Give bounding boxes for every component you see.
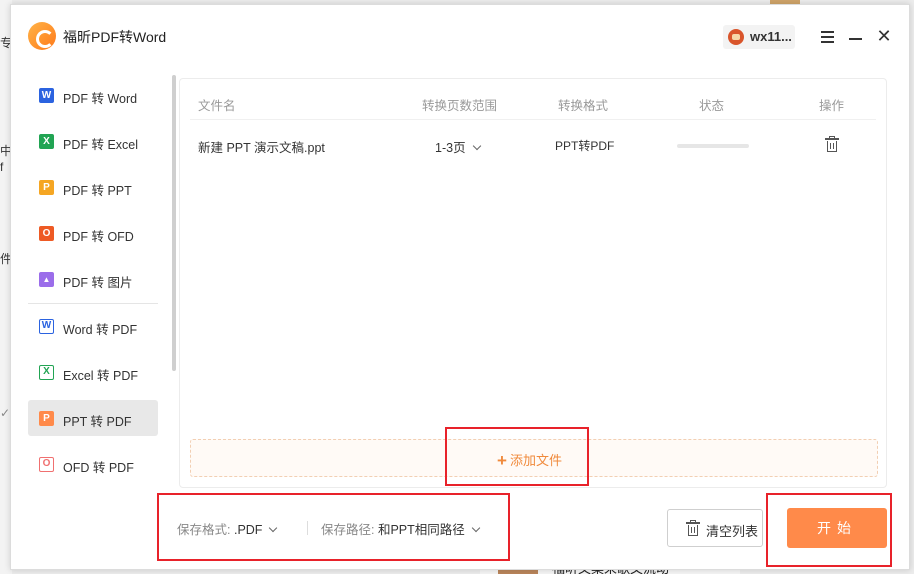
- highlight-start: [766, 493, 892, 567]
- trash-icon: [686, 520, 700, 537]
- sidebar-item-excel-to-pdf[interactable]: X Excel 转 PDF: [28, 354, 158, 390]
- user-name: wx11...: [750, 29, 792, 44]
- column-header-format: 转换格式: [558, 99, 609, 113]
- sidebar-item-pdf-to-ppt[interactable]: P PDF 转 PPT: [28, 169, 158, 205]
- sidebar-item-label: Excel 转 PDF: [63, 369, 139, 383]
- title-bar: 福昕PDF转Word wx11... ✕: [11, 5, 909, 65]
- minimize-icon[interactable]: [845, 25, 867, 47]
- column-header-status: 状态: [699, 99, 725, 113]
- word-icon: W: [39, 319, 54, 334]
- column-header-page-range: 转换页数范围: [422, 99, 498, 113]
- background-check-icon: ✓: [0, 406, 11, 420]
- sidebar-item-pdf-to-excel[interactable]: X PDF 转 Excel: [28, 123, 158, 159]
- sidebar-item-pdf-to-image[interactable]: ▲ PDF 转 图片: [28, 261, 158, 297]
- convert-format: PPT转PDF: [555, 139, 615, 153]
- sidebar-item-label: Word 转 PDF: [63, 323, 138, 337]
- sidebar-item-label: PDF 转 OFD: [63, 230, 134, 244]
- menu-icon[interactable]: [817, 25, 839, 47]
- conversion-progress-bar: [677, 144, 749, 148]
- sidebar-divider: [28, 303, 158, 304]
- ofd-icon: O: [39, 457, 54, 472]
- sidebar-item-ofd-to-pdf[interactable]: O OFD 转 PDF: [28, 446, 158, 482]
- sidebar-item-label: PDF 转 PPT: [63, 184, 132, 198]
- excel-icon: X: [39, 134, 54, 149]
- image-icon: ▲: [39, 272, 54, 287]
- app-title: 福昕PDF转Word: [63, 29, 167, 45]
- highlight-save-options: [157, 493, 510, 561]
- ppt-icon: P: [39, 411, 54, 426]
- chevron-down-icon: [472, 141, 481, 151]
- page-range-value: 1-3页: [435, 141, 466, 155]
- file-name: 新建 PPT 演示文稿.ppt: [198, 141, 325, 155]
- delete-file-icon[interactable]: [825, 136, 839, 153]
- header-divider: [190, 119, 876, 120]
- ofd-icon: O: [39, 226, 54, 241]
- ppt-icon: P: [39, 180, 54, 195]
- close-icon[interactable]: ✕: [873, 25, 895, 47]
- sidebar-item-label: PDF 转 图片: [63, 276, 133, 290]
- word-icon: W: [39, 88, 54, 103]
- sidebar-item-pdf-to-ofd[interactable]: O PDF 转 OFD: [28, 215, 158, 251]
- sidebar-item-word-to-pdf[interactable]: W Word 转 PDF: [28, 308, 158, 344]
- sidebar: W PDF 转 Word X PDF 转 Excel P PDF 转 PPT O…: [11, 75, 179, 495]
- highlight-add-file: [445, 427, 589, 486]
- sidebar-scrollbar[interactable]: [172, 75, 176, 371]
- sidebar-item-label: PPT 转 PDF: [63, 415, 132, 429]
- app-logo-icon: [28, 22, 56, 50]
- user-account[interactable]: wx11...: [723, 25, 795, 49]
- sidebar-item-label: PDF 转 Excel: [63, 138, 139, 152]
- clear-list-button[interactable]: 清空列表: [667, 509, 763, 547]
- column-header-filename: 文件名: [198, 99, 236, 113]
- clear-list-label: 清空列表: [706, 524, 759, 539]
- excel-icon: X: [39, 365, 54, 380]
- sidebar-item-ppt-to-pdf[interactable]: P PPT 转 PDF: [28, 400, 158, 436]
- avatar: [728, 29, 744, 45]
- background-text: f: [0, 160, 4, 174]
- sidebar-item-label: PDF 转 Word: [63, 92, 138, 106]
- sidebar-item-label: OFD 转 PDF: [63, 461, 134, 475]
- sidebar-item-pdf-to-word[interactable]: W PDF 转 Word: [28, 77, 158, 113]
- column-header-action: 操作: [819, 99, 845, 113]
- page-range-select[interactable]: 1-3页: [435, 137, 481, 156]
